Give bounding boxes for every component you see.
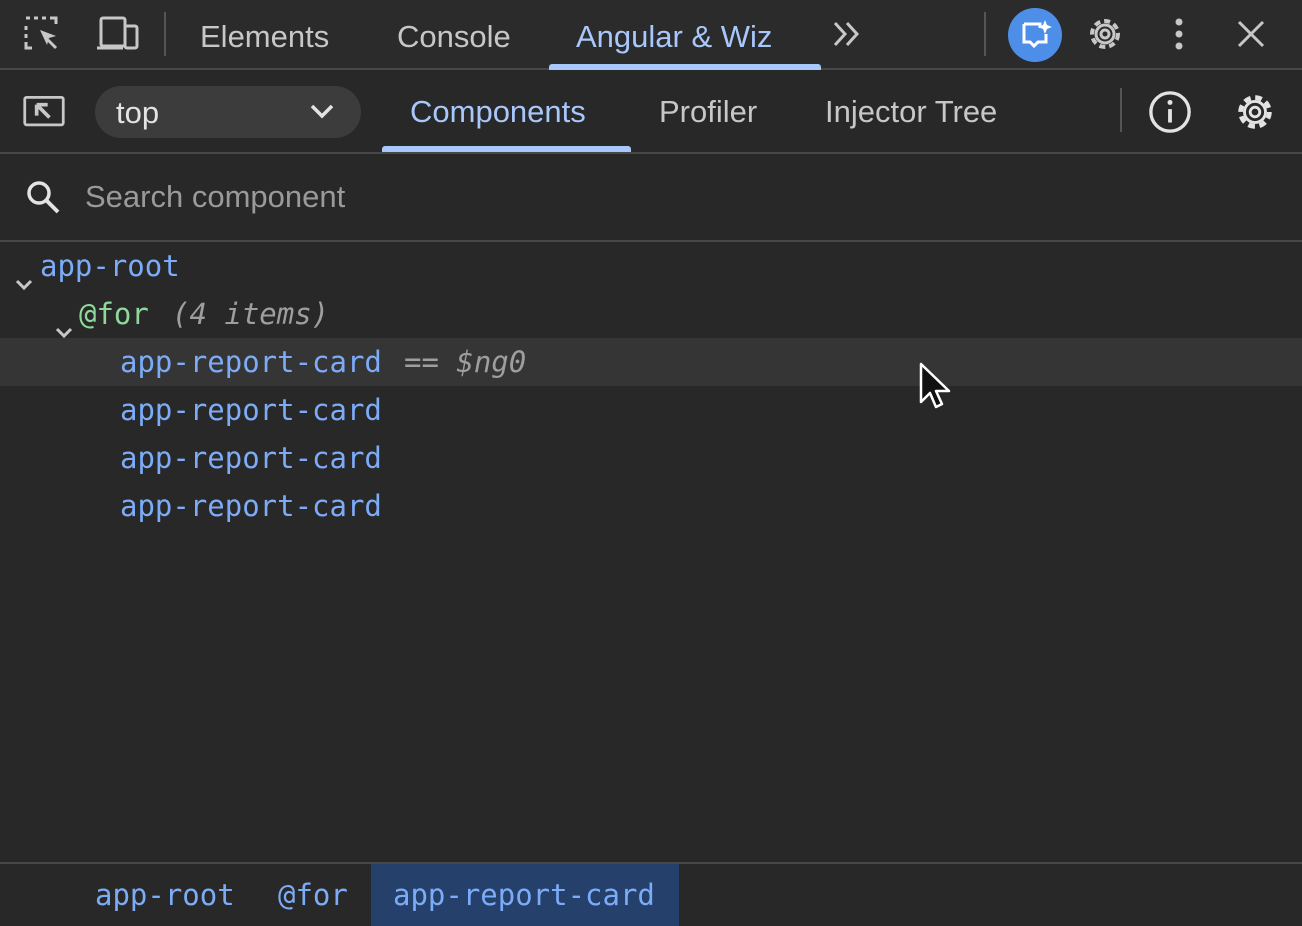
more-options-icon[interactable] bbox=[1157, 12, 1201, 56]
tree-row[interactable]: app-report-card bbox=[0, 482, 1302, 530]
inspect-component-icon[interactable] bbox=[22, 90, 66, 134]
search-icon bbox=[24, 178, 62, 221]
tree-row-app-root[interactable]: app-root bbox=[0, 242, 1302, 291]
device-toolbar-icon[interactable] bbox=[95, 12, 139, 56]
frame-select[interactable]: top bbox=[95, 86, 361, 138]
frame-select-value: top bbox=[116, 95, 160, 130]
settings-icon[interactable] bbox=[1083, 12, 1127, 56]
angular-toolbar: top Components Profiler Injector Tree bbox=[0, 70, 1302, 154]
tab-components[interactable]: Components bbox=[410, 70, 586, 152]
tab-profiler[interactable]: Profiler bbox=[659, 70, 757, 152]
tab-elements[interactable]: Elements bbox=[200, 0, 329, 70]
breadcrumb: app-root @for app-report-card bbox=[0, 862, 1302, 926]
tree-node-label: app-root bbox=[40, 249, 180, 283]
tree-row[interactable]: app-report-card bbox=[0, 386, 1302, 434]
tree-node-ref: == $ng0 bbox=[404, 345, 527, 379]
component-search bbox=[0, 154, 1302, 242]
tab-console[interactable]: Console bbox=[397, 0, 511, 70]
breadcrumb-item-active[interactable]: app-report-card bbox=[371, 864, 679, 926]
tree-node-label: app-report-card bbox=[120, 345, 382, 379]
info-icon[interactable] bbox=[1148, 90, 1192, 134]
tab-angular-wiz[interactable]: Angular & Wiz bbox=[576, 0, 772, 70]
toolbar-divider bbox=[164, 12, 166, 56]
chevron-down-icon bbox=[309, 98, 335, 129]
breadcrumb-item[interactable]: @for bbox=[256, 864, 370, 926]
active-subtab-indicator bbox=[382, 146, 631, 152]
mouse-cursor-icon bbox=[918, 362, 952, 417]
tree-row-selected[interactable]: app-report-card == $ng0 bbox=[0, 338, 1302, 386]
more-tabs-icon[interactable] bbox=[825, 12, 869, 56]
breadcrumb-item[interactable]: app-root bbox=[73, 864, 257, 926]
tree-row[interactable]: app-report-card bbox=[0, 434, 1302, 482]
toolbar-divider bbox=[1120, 88, 1122, 132]
tree-node-label: app-report-card bbox=[120, 393, 382, 427]
angular-settings-icon[interactable] bbox=[1233, 90, 1277, 134]
devtools-toolbar: Elements Console Angular & Wiz bbox=[0, 0, 1302, 70]
tree-item-count: (4 items) bbox=[172, 297, 330, 331]
tree-node-label: app-report-card bbox=[120, 441, 382, 475]
tree-row-for-block[interactable]: @for (4 items) bbox=[0, 290, 1302, 339]
component-tree: app-root @for (4 items) app-report-card … bbox=[0, 242, 1302, 862]
tree-control-flow-label: @for bbox=[79, 297, 149, 331]
tree-node-label: app-report-card bbox=[120, 489, 382, 523]
toolbar-divider bbox=[984, 12, 986, 56]
inspect-element-icon[interactable] bbox=[20, 12, 64, 56]
close-icon[interactable] bbox=[1229, 12, 1273, 56]
ai-assistance-icon[interactable] bbox=[1008, 8, 1062, 62]
tab-injector-tree[interactable]: Injector Tree bbox=[825, 70, 997, 152]
search-input[interactable] bbox=[85, 172, 1265, 222]
